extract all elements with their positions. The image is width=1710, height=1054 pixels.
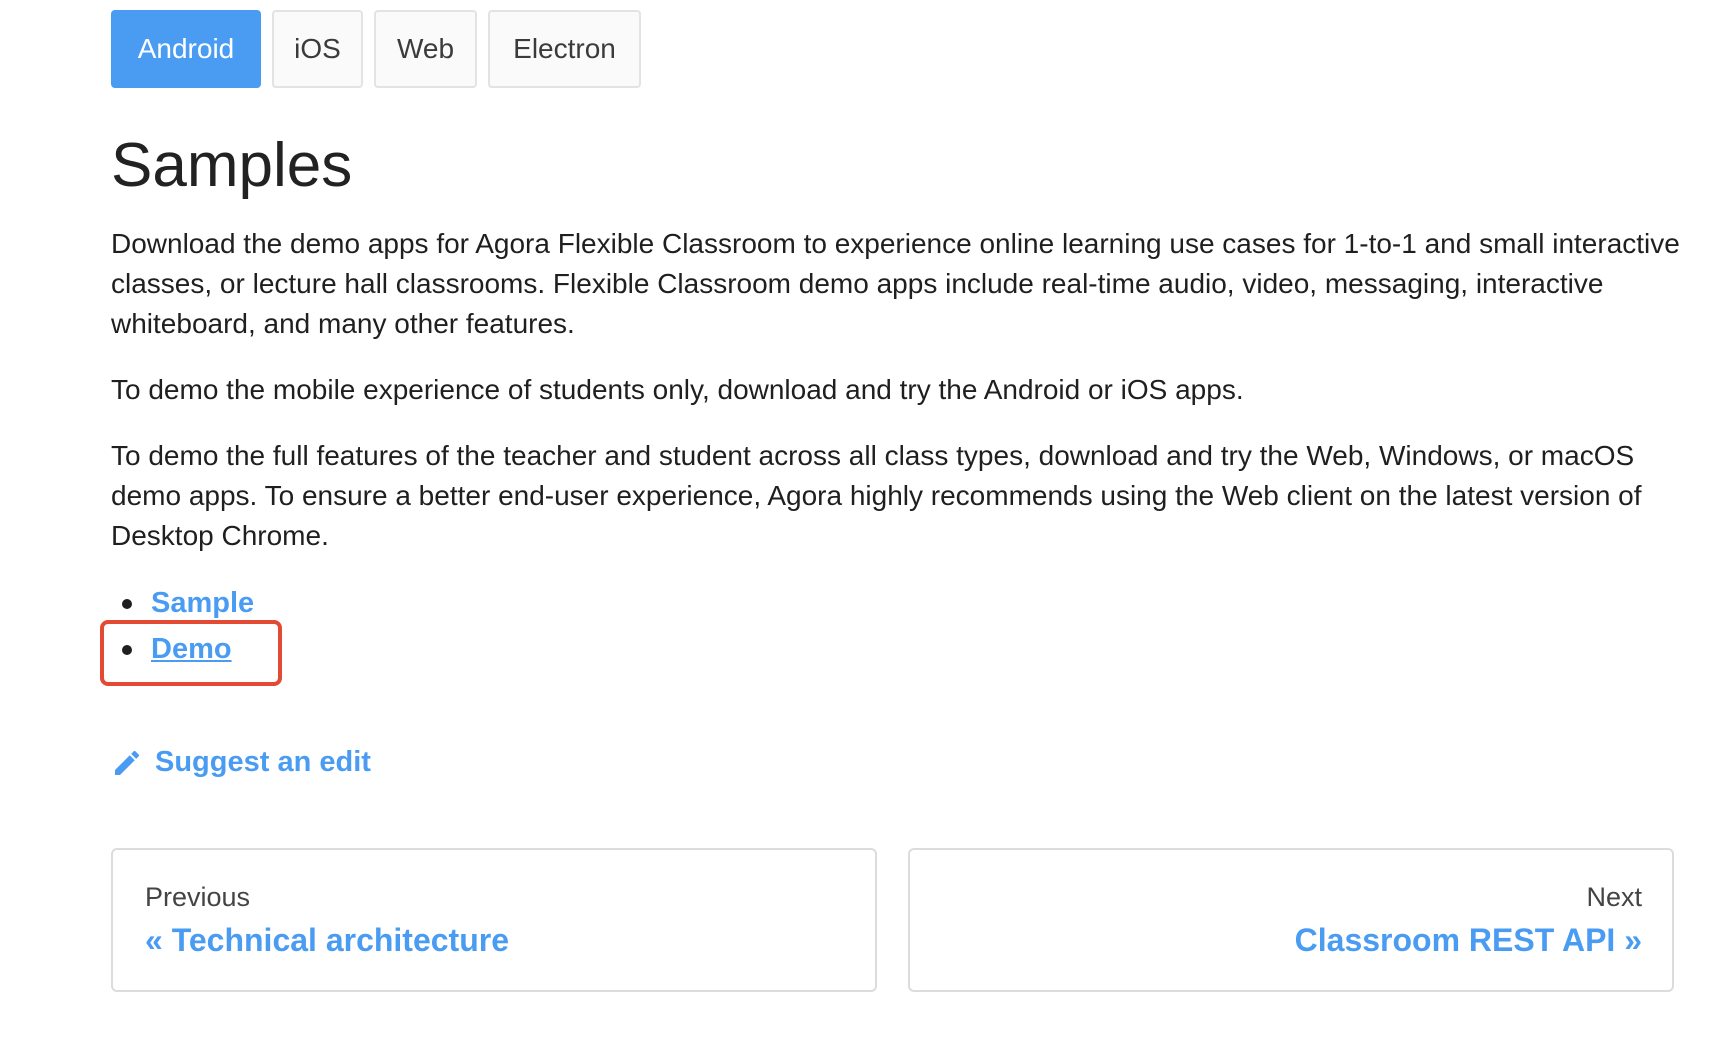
sample-link[interactable]: Sample [151,587,254,619]
tab-web[interactable]: Web [374,10,477,88]
suggest-edit-link[interactable]: Suggest an edit [111,746,371,779]
tab-electron[interactable]: Electron [488,10,641,88]
tab-ios[interactable]: iOS [272,10,363,88]
next-title: Classroom REST API » [1294,922,1642,958]
page-title: Samples [111,131,353,200]
suggest-edit-label: Suggest an edit [155,746,371,778]
demo-highlight-box [100,620,282,686]
intro-paragraph: Download the demo apps for Agora Flexibl… [111,228,1680,339]
pencil-icon [111,747,143,779]
full-features-paragraph: To demo the full features of the teacher… [111,440,1642,551]
previous-page-card[interactable]: Previous « Technical architecture [111,848,877,992]
previous-title: « Technical architecture [145,922,509,958]
previous-label: Previous [145,882,251,912]
mobile-demo-paragraph: To demo the mobile experience of student… [111,374,1244,405]
next-page-card[interactable]: Next Classroom REST API » [908,848,1674,992]
next-label: Next [1586,882,1642,912]
bullet-icon [122,599,132,609]
tab-android[interactable]: Android [111,10,261,88]
platform-tabs: Android iOS Web Electron [111,10,641,88]
